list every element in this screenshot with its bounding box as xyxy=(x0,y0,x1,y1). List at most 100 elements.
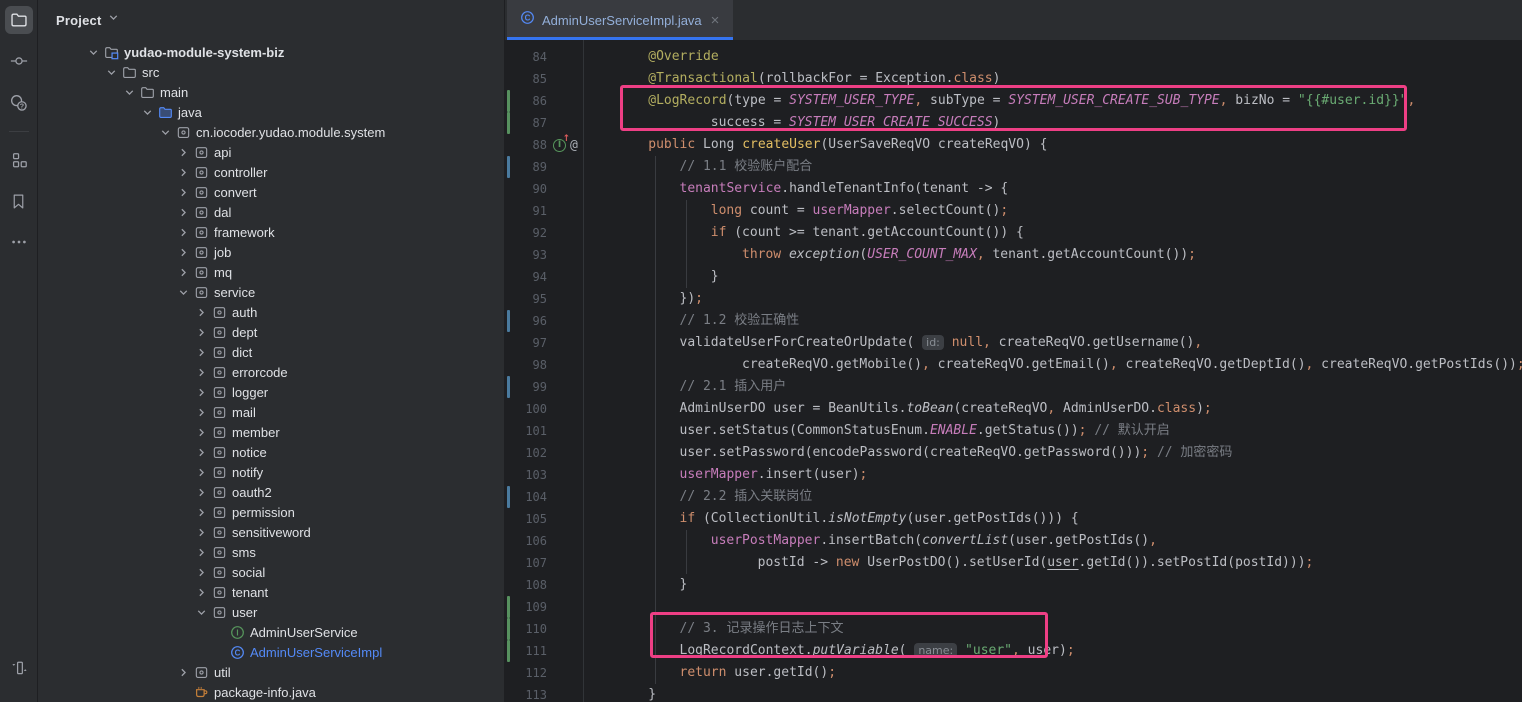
tree-item-errorcode[interactable]: errorcode xyxy=(38,362,504,382)
gutter-line-106[interactable]: 106 xyxy=(505,530,583,552)
chevron-closed-icon[interactable] xyxy=(174,264,192,280)
code-line-98[interactable]: 98createReqVO.getMobile(), createReqVO.g… xyxy=(505,354,1522,376)
activity-structure-button[interactable] xyxy=(5,146,33,174)
tree-item-member[interactable]: member xyxy=(38,422,504,442)
code-line-110[interactable]: 110// 3. 记录操作日志上下文 xyxy=(505,618,1522,640)
code-text[interactable]: validateUserForCreateOrUpdate( id: null,… xyxy=(583,332,1202,354)
code-text[interactable]: @LogRecord(type = SYSTEM_USER_TYPE, subT… xyxy=(583,90,1415,112)
gutter-line-100[interactable]: 100 xyxy=(505,398,583,420)
gutter-line-102[interactable]: 102 xyxy=(505,442,583,464)
annotated-method-icon[interactable]: @ xyxy=(570,138,578,153)
activity-more-button[interactable] xyxy=(5,228,33,256)
tree-item-dict[interactable]: dict xyxy=(38,342,504,362)
tree-item-oauth2[interactable]: oauth2 xyxy=(38,482,504,502)
code-text[interactable]: }); xyxy=(583,288,703,310)
code-text[interactable]: return user.getId(); xyxy=(583,662,836,684)
code-line-89[interactable]: 89// 1.1 校验账户配合 xyxy=(505,156,1522,178)
chevron-open-icon[interactable] xyxy=(120,84,138,100)
code-line-84[interactable]: 84@Override xyxy=(505,46,1522,68)
code-line-107[interactable]: 107postId -> new UserPostDO().setUserId(… xyxy=(505,552,1522,574)
code-text[interactable]: tenantService.handleTenantInfo(tenant ->… xyxy=(583,178,1008,200)
code-line-101[interactable]: 101user.setStatus(CommonStatusEnum.ENABL… xyxy=(505,420,1522,442)
code-line-92[interactable]: 92if (count >= tenant.getAccountCount())… xyxy=(505,222,1522,244)
gutter-line-90[interactable]: 90 xyxy=(505,178,583,200)
code-text[interactable]: userMapper.insert(user); xyxy=(583,464,867,486)
gutter-line-93[interactable]: 93 xyxy=(505,244,583,266)
activity-commit-button[interactable] xyxy=(5,47,33,75)
gutter-line-98[interactable]: 98 xyxy=(505,354,583,376)
gutter-line-109[interactable]: 109 xyxy=(505,596,583,618)
tree-item-social[interactable]: social xyxy=(38,562,504,582)
tree-item-adminuserservice[interactable]: IAdminUserService xyxy=(38,622,504,642)
tree-item-mail[interactable]: mail xyxy=(38,402,504,422)
tree-item-controller[interactable]: controller xyxy=(38,162,504,182)
code-line-102[interactable]: 102user.setPassword(encodePassword(creat… xyxy=(505,442,1522,464)
code-line-99[interactable]: 99// 2.1 插入用户 xyxy=(505,376,1522,398)
chevron-closed-icon[interactable] xyxy=(174,224,192,240)
code-line-112[interactable]: 112return user.getId(); xyxy=(505,662,1522,684)
tree-item-user[interactable]: user xyxy=(38,602,504,622)
tree-item-src[interactable]: src xyxy=(38,62,504,82)
tree-item-sensitiveword[interactable]: sensitiveword xyxy=(38,522,504,542)
tree-item-java[interactable]: java xyxy=(38,102,504,122)
code-line-106[interactable]: 106userPostMapper.insertBatch(convertLis… xyxy=(505,530,1522,552)
chevron-closed-icon[interactable] xyxy=(174,164,192,180)
chevron-closed-icon[interactable] xyxy=(192,404,210,420)
gutter-line-104[interactable]: 104 xyxy=(505,486,583,508)
chevron-closed-icon[interactable] xyxy=(192,384,210,400)
gutter-line-85[interactable]: 85 xyxy=(505,68,583,90)
tree-item-adminuserserviceimpl[interactable]: CAdminUserServiceImpl xyxy=(38,642,504,662)
code-text[interactable]: LogRecordContext.putVariable( name: "use… xyxy=(583,640,1075,662)
code-line-105[interactable]: 105if (CollectionUtil.isNotEmpty(user.ge… xyxy=(505,508,1522,530)
code-line-108[interactable]: 108} xyxy=(505,574,1522,596)
tree-item-mq[interactable]: mq xyxy=(38,262,504,282)
tree-item-cn-iocoder-yudao-module-system[interactable]: cn.iocoder.yudao.module.system xyxy=(38,122,504,142)
code-line-109[interactable]: 109 xyxy=(505,596,1522,618)
activity-project-button[interactable] xyxy=(5,6,33,34)
gutter-line-111[interactable]: 111 xyxy=(505,640,583,662)
code-text[interactable]: if (count >= tenant.getAccountCount()) { xyxy=(583,222,1024,244)
code-line-87[interactable]: 87success = SYSTEM_USER_CREATE_SUCCESS) xyxy=(505,112,1522,134)
code-line-85[interactable]: 85@Transactional(rollbackFor = Exception… xyxy=(505,68,1522,90)
chevron-closed-icon[interactable] xyxy=(192,464,210,480)
chevron-open-icon[interactable] xyxy=(174,284,192,300)
gutter-line-113[interactable]: 113 xyxy=(505,684,583,702)
chevron-closed-icon[interactable] xyxy=(174,244,192,260)
gutter-line-92[interactable]: 92 xyxy=(505,222,583,244)
gutter-line-84[interactable]: 84 xyxy=(505,46,583,68)
code-text[interactable]: // 3. 记录操作日志上下文 xyxy=(583,618,843,640)
chevron-closed-icon[interactable] xyxy=(192,564,210,580)
chevron-closed-icon[interactable] xyxy=(174,664,192,680)
code-text[interactable]: success = SYSTEM_USER_CREATE_SUCCESS) xyxy=(583,112,1000,134)
code-line-104[interactable]: 104// 2.2 插入关联岗位 xyxy=(505,486,1522,508)
tab-close-icon[interactable]: × xyxy=(709,11,722,30)
tree-item-auth[interactable]: auth xyxy=(38,302,504,322)
chevron-closed-icon[interactable] xyxy=(192,324,210,340)
chevron-closed-icon[interactable] xyxy=(174,184,192,200)
gutter-line-88[interactable]: 88I↑@ xyxy=(505,134,583,156)
code-text[interactable]: // 1.1 校验账户配合 xyxy=(583,156,812,178)
chevron-closed-icon[interactable] xyxy=(192,504,210,520)
gutter-line-103[interactable]: 103 xyxy=(505,464,583,486)
code-line-91[interactable]: 91long count = userMapper.selectCount(); xyxy=(505,200,1522,222)
tree-item-permission[interactable]: permission xyxy=(38,502,504,522)
gutter-line-105[interactable]: 105 xyxy=(505,508,583,530)
code-line-86[interactable]: 86@LogRecord(type = SYSTEM_USER_TYPE, su… xyxy=(505,90,1522,112)
code-line-103[interactable]: 103userMapper.insert(user); xyxy=(505,464,1522,486)
code-text[interactable]: AdminUserDO user = BeanUtils.toBean(crea… xyxy=(583,398,1212,420)
chevron-closed-icon[interactable] xyxy=(192,544,210,560)
chevron-closed-icon[interactable] xyxy=(174,204,192,220)
code-text[interactable]: public Long createUser(UserSaveReqVO cre… xyxy=(583,134,1047,156)
chevron-open-icon[interactable] xyxy=(84,44,102,60)
gutter-line-87[interactable]: 87 xyxy=(505,112,583,134)
activity-window-layout-button[interactable] xyxy=(5,653,33,681)
tree-item-package-info-java[interactable]: package-info.java xyxy=(38,682,504,702)
gutter-line-97[interactable]: 97 xyxy=(505,332,583,354)
code-line-94[interactable]: 94} xyxy=(505,266,1522,288)
gutter-line-94[interactable]: 94 xyxy=(505,266,583,288)
chevron-closed-icon[interactable] xyxy=(174,144,192,160)
chevron-open-icon[interactable] xyxy=(156,124,174,140)
gutter-line-96[interactable]: 96 xyxy=(505,310,583,332)
code-text[interactable]: } xyxy=(583,266,719,288)
code-text[interactable]: user.setStatus(CommonStatusEnum.ENABLE.g… xyxy=(583,420,1170,442)
